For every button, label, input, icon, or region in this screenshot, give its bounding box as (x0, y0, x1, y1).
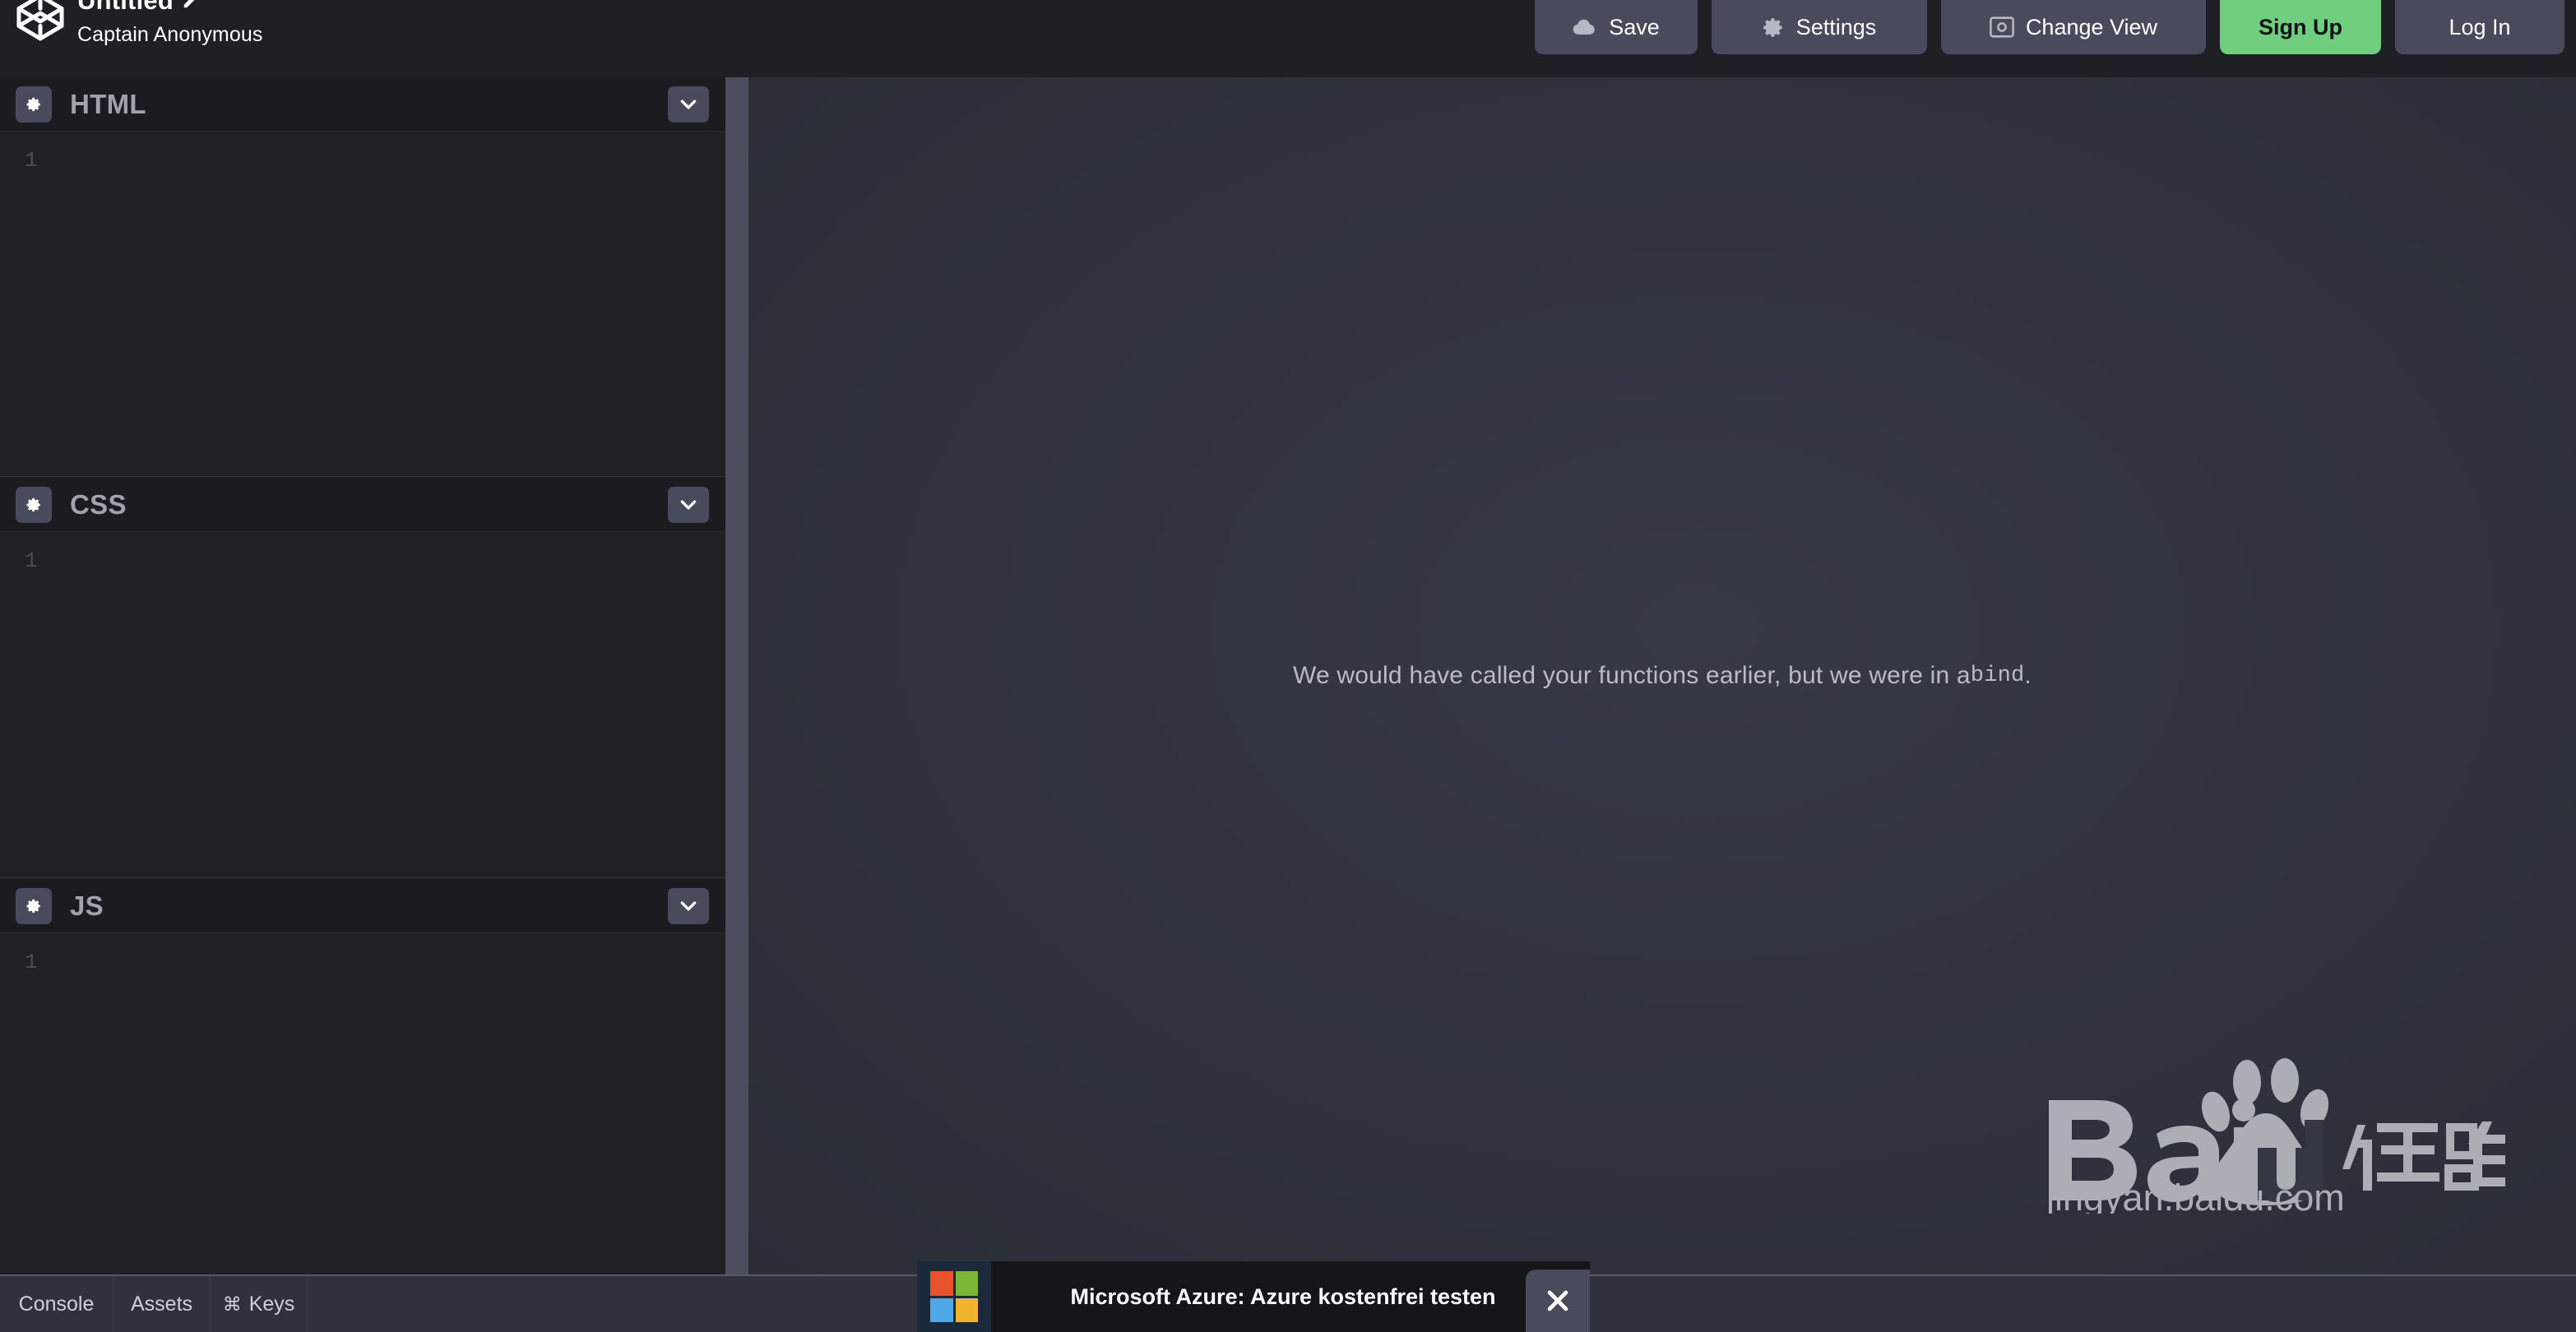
save-button-label: Save (1609, 14, 1660, 39)
log-in-button-label: Log In (2449, 14, 2511, 39)
keys-button-label: Keys (248, 1292, 295, 1316)
pen-title-row[interactable]: Untitled (77, 0, 262, 15)
editor-column: HTML 1 CSS 1 JS 1 (0, 77, 725, 1274)
preview-message-code: bind (1970, 664, 2025, 688)
save-button[interactable]: Save (1535, 0, 1698, 54)
pen-identity: Untitled Captain Anonymous (15, 0, 262, 48)
assets-button-label: Assets (130, 1292, 193, 1316)
gear-icon (1763, 16, 1785, 39)
change-view-button-label: Change View (2025, 14, 2158, 39)
log-in-button[interactable]: Log In (2395, 0, 2564, 54)
command-icon: ⌘ (222, 1293, 242, 1315)
js-pane-header: JS (0, 879, 725, 933)
layout-view-icon (1990, 16, 2014, 38)
close-icon (1547, 1290, 1568, 1311)
html-collapse-chevron-down-icon[interactable] (668, 86, 709, 123)
js-settings-gear-icon[interactable] (16, 887, 52, 924)
page-title: Untitled (77, 0, 174, 15)
ad-banner[interactable]: Microsoft Azure: Azure kostenfrei testen (917, 1261, 1590, 1332)
pane-divider-html-css[interactable] (0, 476, 725, 477)
ms-square-green (955, 1271, 978, 1296)
preview-message-tail: . (2024, 662, 2032, 689)
pen-meta: Untitled Captain Anonymous (77, 0, 262, 48)
settings-button[interactable]: Settings (1712, 0, 1927, 54)
css-code-editor[interactable]: 1 (0, 532, 725, 877)
keys-button[interactable]: ⌘ Keys (211, 1276, 308, 1332)
css-pane-header: CSS (0, 478, 725, 532)
sign-up-button[interactable]: Sign Up (2220, 0, 2381, 54)
microsoft-logo-icon (917, 1261, 991, 1332)
console-button[interactable]: Console (0, 1276, 114, 1332)
html-line-number: 1 (25, 148, 38, 173)
cloud-save-icon (1573, 19, 1597, 35)
html-editor-pane: HTML 1 (0, 77, 725, 477)
html-pane-header: HTML (0, 77, 725, 132)
preview-placeholder-message: We would have called your functions earl… (748, 77, 2576, 1274)
html-code-editor[interactable]: 1 (0, 132, 725, 476)
assets-button[interactable]: Assets (114, 1276, 211, 1332)
js-line-number: 1 (25, 950, 38, 974)
ad-headline[interactable]: Microsoft Azure: Azure kostenfrei testen (991, 1284, 1590, 1310)
ad-close-button[interactable] (1526, 1270, 1590, 1332)
console-button-label: Console (18, 1292, 95, 1316)
css-pane-title: CSS (70, 488, 127, 520)
ms-square-yellow (955, 1297, 978, 1322)
html-settings-gear-icon[interactable] (16, 86, 52, 123)
codepen-logo-icon[interactable] (15, 0, 66, 43)
css-line-number: 1 (25, 548, 38, 573)
change-view-button[interactable]: Change View (1941, 0, 2206, 54)
top-header-bar: Untitled Captain Anonymous Save Settings… (0, 0, 2576, 54)
sign-up-button-label: Sign Up (2259, 14, 2342, 39)
header-actions: Save Settings Change View Sign Up Log In (1535, 0, 2576, 54)
codepen-editor-app: Untitled Captain Anonymous Save Settings… (0, 0, 2576, 1332)
pane-divider-css-js[interactable] (0, 877, 725, 878)
js-code-editor[interactable]: 1 (0, 933, 725, 1274)
html-pane-title: HTML (70, 88, 146, 119)
pen-author: Captain Anonymous (77, 23, 263, 47)
css-editor-pane: CSS 1 (0, 478, 725, 878)
js-pane-title: JS (70, 890, 104, 921)
pencil-edit-icon[interactable] (182, 0, 200, 10)
js-collapse-chevron-down-icon[interactable] (668, 888, 709, 924)
preview-message-text: We would have called your functions earl… (1293, 662, 1971, 689)
css-settings-gear-icon[interactable] (16, 486, 52, 523)
editor-preview-resize-handle[interactable] (725, 77, 748, 1274)
settings-button-label: Settings (1795, 14, 1877, 39)
js-editor-pane: JS 1 (0, 879, 725, 1274)
ms-square-red (930, 1271, 953, 1296)
ms-square-blue (930, 1297, 953, 1322)
preview-pane: We would have called your functions earl… (748, 77, 2576, 1274)
css-collapse-chevron-down-icon[interactable] (668, 487, 709, 523)
